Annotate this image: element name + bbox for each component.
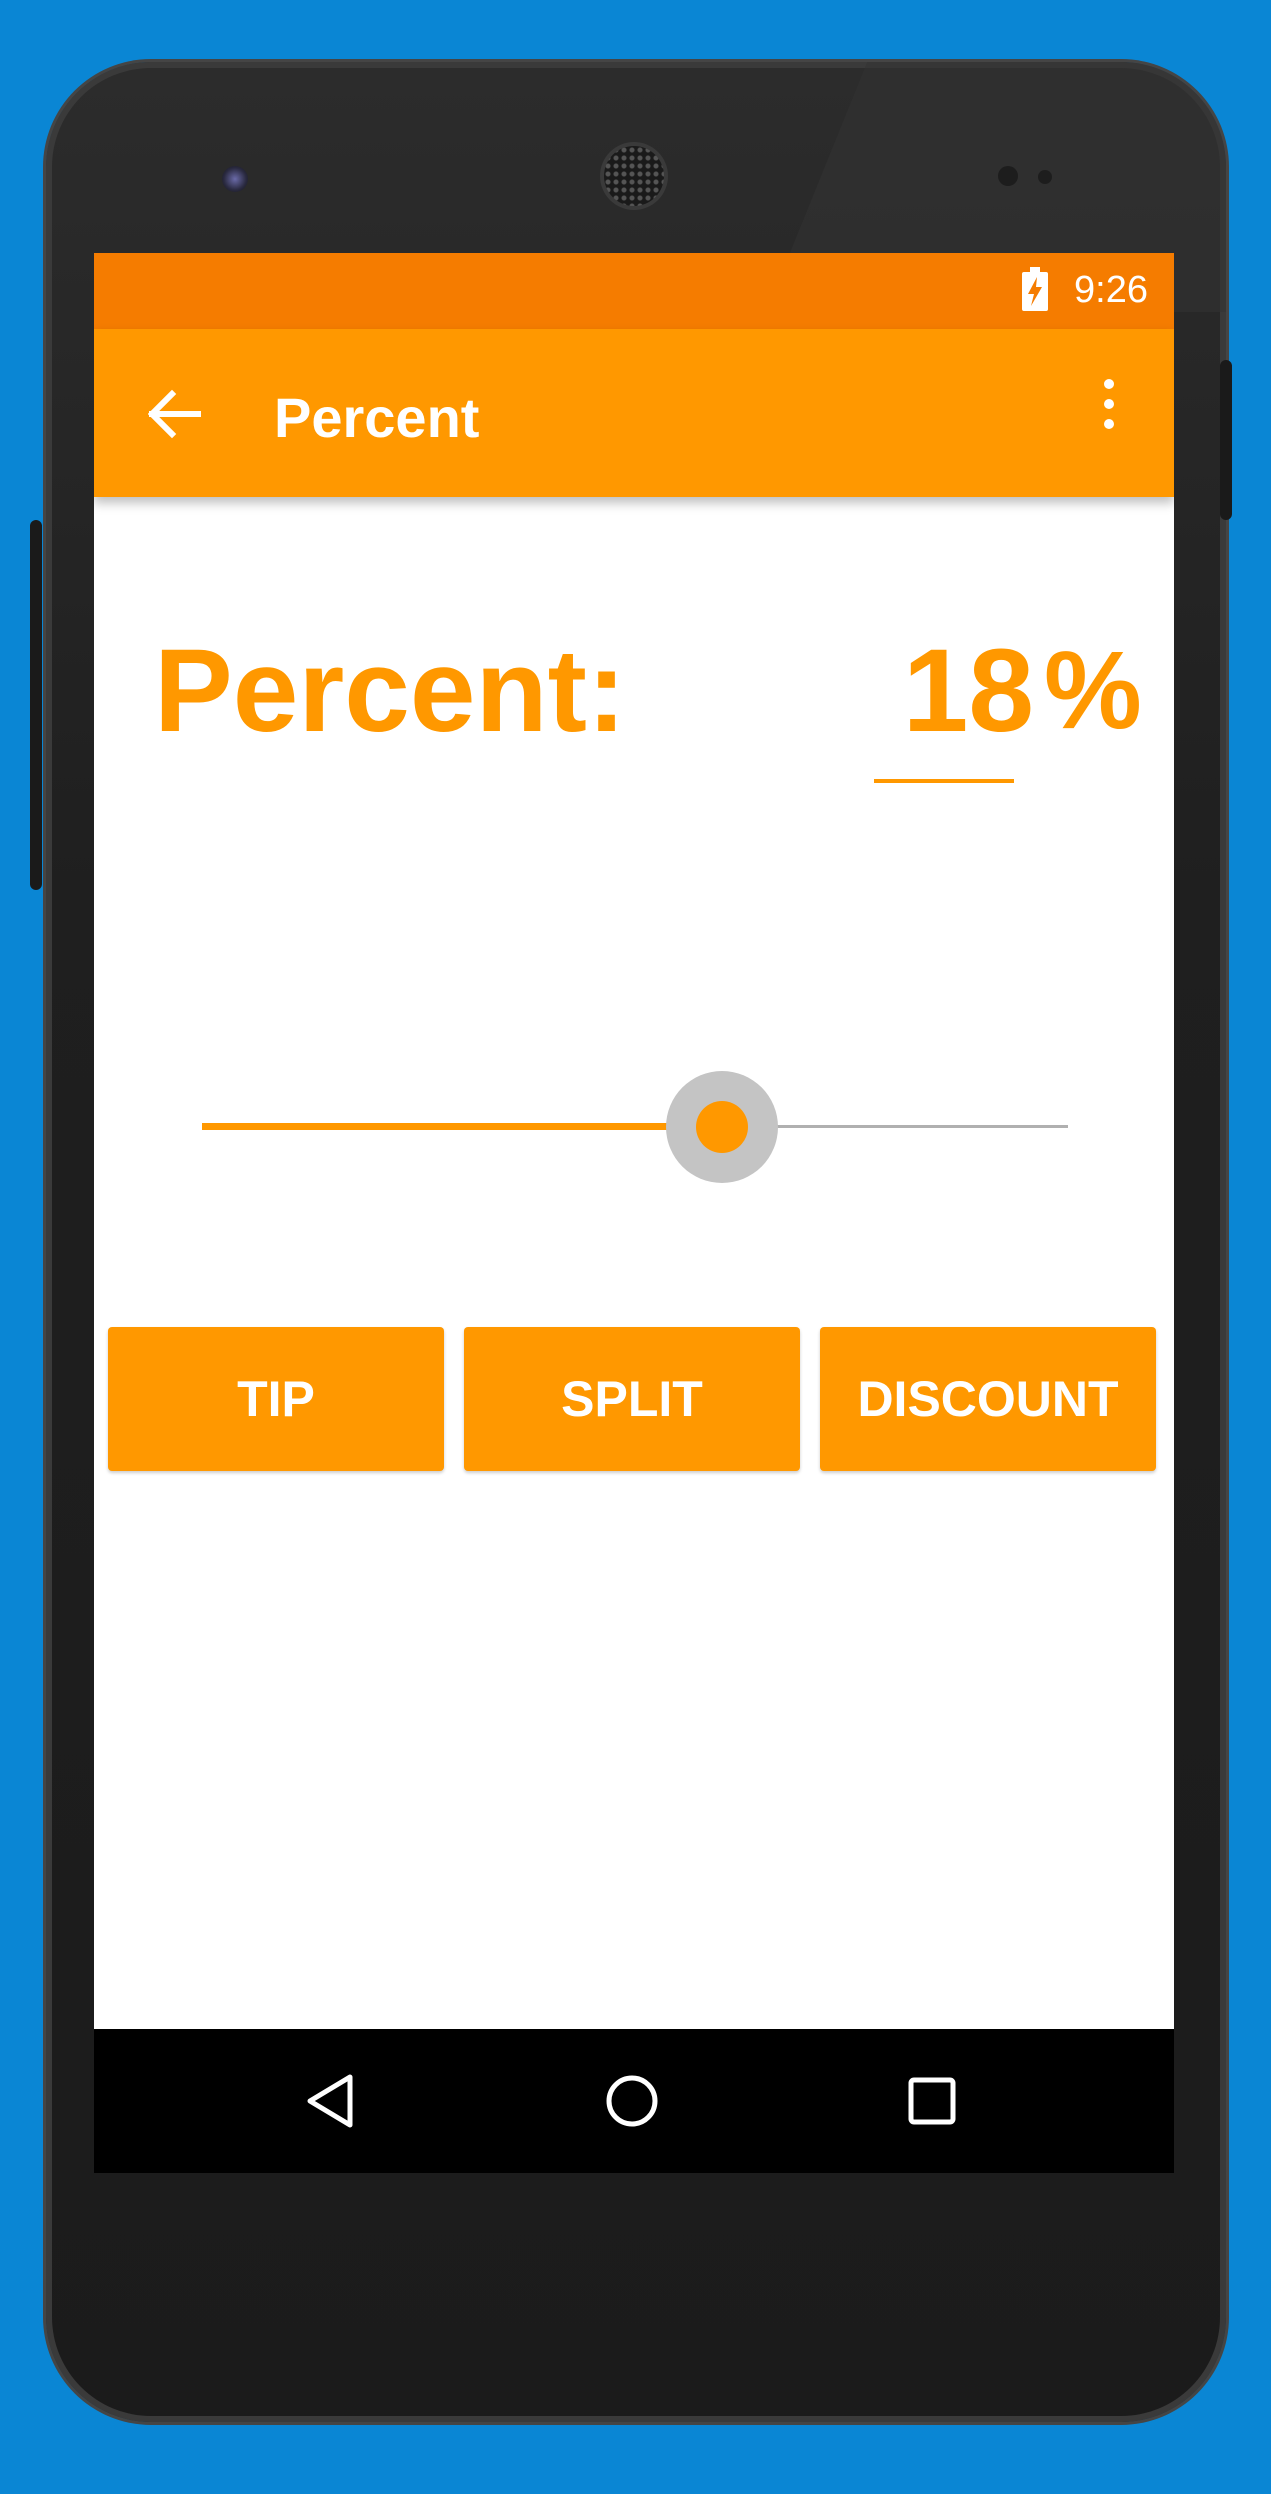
volume-button[interactable] [30, 520, 42, 890]
split-button[interactable]: SPLIT [464, 1327, 800, 1471]
percent-input[interactable] [874, 623, 1034, 759]
front-camera [222, 166, 248, 192]
tip-button[interactable]: TIP [108, 1327, 444, 1471]
percent-unit: % [1044, 629, 1142, 752]
percent-input-underline [874, 779, 1014, 783]
discount-button[interactable]: DISCOUNT [820, 1327, 1156, 1471]
earpiece-speaker [604, 146, 664, 206]
percent-label: Percent: [154, 625, 627, 757]
percent-slider[interactable] [202, 1071, 1068, 1183]
square-recents-icon[interactable] [902, 2071, 962, 2131]
triangle-back-icon[interactable] [302, 2071, 362, 2131]
circle-home-icon[interactable] [602, 2071, 662, 2131]
app-bar: Percent [94, 329, 1174, 497]
page-title: Percent [274, 386, 480, 449]
arrow-back-icon[interactable] [148, 389, 202, 439]
more-vertical-icon[interactable] [1094, 379, 1124, 449]
battery-charging-icon [1022, 267, 1048, 311]
slider-fill [202, 1123, 722, 1130]
navigation-bar [94, 2029, 1174, 2173]
device-screen: 9:26 Percent Percent: % TIP SPLIT DISCOU… [94, 253, 1174, 2173]
status-time: 9:26 [1074, 269, 1148, 311]
status-bar: 9:26 [94, 253, 1174, 329]
slider-thumb[interactable] [695, 1101, 748, 1153]
power-button[interactable] [1220, 360, 1232, 520]
light-sensor [1038, 170, 1052, 184]
proximity-sensor [998, 166, 1018, 186]
